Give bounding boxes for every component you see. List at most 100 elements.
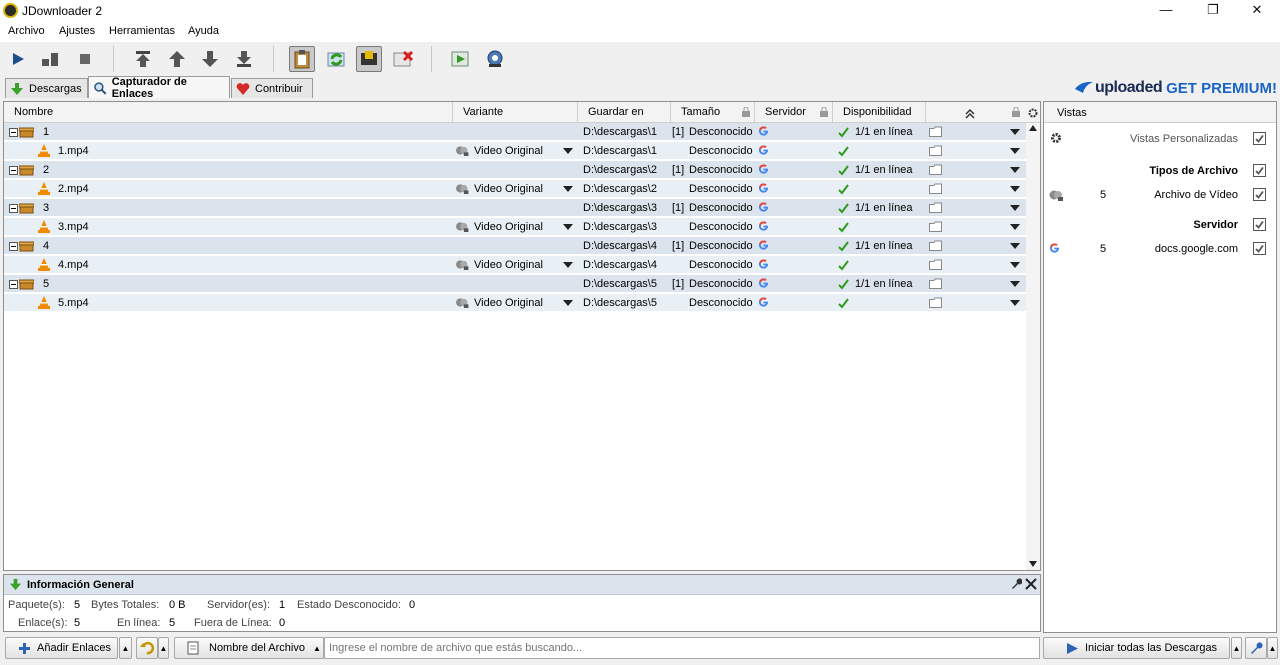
scroll-up-arrow[interactable] [1029, 125, 1037, 131]
add-links-menu-button[interactable]: ▲ [119, 637, 132, 659]
start-all-downloads-button[interactable]: Iniciar todas las Descargas [1043, 637, 1230, 659]
tab-capturador[interactable]: Capturador de Enlaces [88, 76, 230, 100]
package-row[interactable]: 1 D:\descargas\1 [1] Desconocido 1/1 en líne… [4, 123, 1026, 141]
video-filter-row[interactable]: 5 Archivo de Vídeo [1044, 183, 1276, 207]
menu-herramientas[interactable]: Herramientas [109, 25, 175, 37]
variant-dropdown-arrow[interactable] [563, 224, 573, 230]
col-guardar-en[interactable]: Guardar en [578, 102, 671, 123]
move-bottom-icon[interactable] [231, 46, 257, 72]
host-checkbox[interactable] [1253, 218, 1266, 231]
row-menu-arrow[interactable] [1010, 243, 1020, 249]
auto-reconnect-icon[interactable] [324, 46, 350, 72]
menu-ajustes[interactable]: Ajustes [59, 25, 95, 37]
link-row[interactable]: 3.mp4 Video Original D:\descargas\3 Descono… [4, 218, 1026, 236]
google-filter-checkbox[interactable] [1253, 242, 1266, 255]
column-settings-icon[interactable] [1028, 108, 1038, 118]
row-menu-arrow[interactable] [1010, 148, 1020, 154]
row-menu-arrow[interactable] [1010, 129, 1020, 135]
link-row[interactable]: 5.mp4 Video Original D:\descargas\5 Descono… [4, 294, 1026, 312]
link-row[interactable]: 1.mp4 Video Original D:\descargas\1 Descono… [4, 142, 1026, 160]
variant-dropdown-arrow[interactable] [563, 262, 573, 268]
link-row[interactable]: 2.mp4 Video Original D:\descargas\2 Descono… [4, 180, 1026, 198]
folder-icon[interactable] [929, 297, 942, 308]
move-down-icon[interactable] [197, 46, 223, 72]
premium-toggle-icon[interactable] [356, 46, 382, 72]
row-menu-arrow[interactable] [1010, 186, 1020, 192]
package-row[interactable]: 2 D:\descargas\2 [1] Desconocido 1/1 en líne… [4, 161, 1026, 179]
window-title: JDownloader 2 [22, 4, 103, 18]
filetypes-checkbox[interactable] [1253, 164, 1266, 177]
column-lock-icon[interactable] [1012, 107, 1020, 117]
folder-icon[interactable] [929, 278, 942, 289]
column-lock-icon[interactable] [742, 107, 750, 117]
folder-icon[interactable] [929, 183, 942, 194]
col-disponibilidad[interactable]: Disponibilidad [833, 102, 926, 123]
undo-menu-button[interactable]: ▲ [158, 637, 169, 659]
collapse-toggle-icon[interactable] [9, 166, 18, 175]
variant-dropdown-arrow[interactable] [563, 186, 573, 192]
collapse-toggle-icon[interactable] [9, 204, 18, 213]
gear-icon [1051, 133, 1061, 143]
search-input[interactable] [324, 637, 1040, 659]
close-panel-icon[interactable] [1025, 578, 1037, 590]
row-menu-arrow[interactable] [1010, 262, 1020, 268]
search-mode-select[interactable]: Nombre del Archivo ▲ [174, 637, 324, 659]
row-menu-arrow[interactable] [1010, 300, 1020, 306]
package-row[interactable]: 4 D:\descargas\4 [1] Desconocido 1/1 en líne… [4, 237, 1026, 255]
settings-tools-button[interactable] [1245, 637, 1267, 659]
minimize-button[interactable]: — [1143, 0, 1189, 22]
vistas-custom-checkbox[interactable] [1253, 132, 1266, 145]
collapse-all-icon[interactable] [964, 107, 976, 119]
clipboard-observer-icon[interactable] [289, 46, 315, 72]
wrench-icon[interactable] [1010, 578, 1022, 590]
collapse-toggle-icon[interactable] [9, 128, 18, 137]
folder-icon[interactable] [929, 221, 942, 232]
link-row[interactable]: 4.mp4 Video Original D:\descargas\4 Descono… [4, 256, 1026, 274]
variant-dropdown-arrow[interactable] [563, 300, 573, 306]
folder-icon[interactable] [929, 164, 942, 175]
package-row[interactable]: 3 D:\descargas\3 [1] Desconocido 1/1 en líne… [4, 199, 1026, 217]
collapse-toggle-icon[interactable] [9, 280, 18, 289]
move-top-icon[interactable] [130, 46, 156, 72]
premium-banner[interactable]: uploaded GET PREMIUM! [1073, 78, 1277, 98]
row-menu-arrow[interactable] [1010, 281, 1020, 287]
menu-archivo[interactable]: Archivo [8, 25, 45, 37]
folder-icon[interactable] [929, 259, 942, 270]
settings-menu-button[interactable]: ▲ [1267, 637, 1278, 659]
reconnect-icon[interactable] [482, 46, 508, 72]
tab-descargas[interactable]: Descargas [5, 78, 88, 98]
tab-contribuir[interactable]: Contribuir [231, 78, 313, 98]
add-links-button[interactable]: Añadir Enlaces [5, 637, 118, 659]
col-nombre[interactable]: Nombre [4, 102, 453, 123]
filetypes-row[interactable]: Tipos de Archivo [1044, 159, 1276, 183]
google-filter-row[interactable]: 5 docs.google.com [1044, 237, 1276, 261]
row-menu-arrow[interactable] [1010, 167, 1020, 173]
undo-button[interactable] [136, 637, 158, 659]
scroll-down-arrow[interactable] [1029, 561, 1037, 567]
package-row[interactable]: 5 D:\descargas\5 [1] Desconocido 1/1 en líne… [4, 275, 1026, 293]
start-all-menu-button[interactable]: ▲ [1231, 637, 1242, 659]
row-menu-arrow[interactable] [1010, 205, 1020, 211]
play-icon[interactable] [5, 46, 31, 72]
variant-dropdown-arrow[interactable] [563, 148, 573, 154]
update-icon[interactable] [448, 46, 474, 72]
silent-mode-icon[interactable] [390, 46, 416, 72]
collapse-toggle-icon[interactable] [9, 242, 18, 251]
folder-icon[interactable] [929, 126, 942, 137]
video-filter-checkbox[interactable] [1253, 188, 1266, 201]
move-up-icon[interactable] [164, 46, 190, 72]
close-window-button[interactable]: ✕ [1234, 0, 1280, 22]
col-variante[interactable]: Variante [453, 102, 578, 123]
menu-ayuda[interactable]: Ayuda [188, 25, 219, 37]
vistas-custom-row[interactable]: Vistas Personalizadas [1044, 127, 1276, 151]
folder-icon[interactable] [929, 145, 942, 156]
vertical-scrollbar[interactable] [1026, 123, 1040, 570]
row-menu-arrow[interactable] [1010, 224, 1020, 230]
host-row[interactable]: Servidor [1044, 213, 1276, 237]
pause-icon[interactable] [37, 46, 63, 72]
folder-icon[interactable] [929, 202, 942, 213]
column-lock-icon[interactable] [820, 107, 828, 117]
folder-icon[interactable] [929, 240, 942, 251]
maximize-button[interactable]: ❐ [1190, 0, 1236, 22]
stop-icon[interactable] [72, 46, 98, 72]
